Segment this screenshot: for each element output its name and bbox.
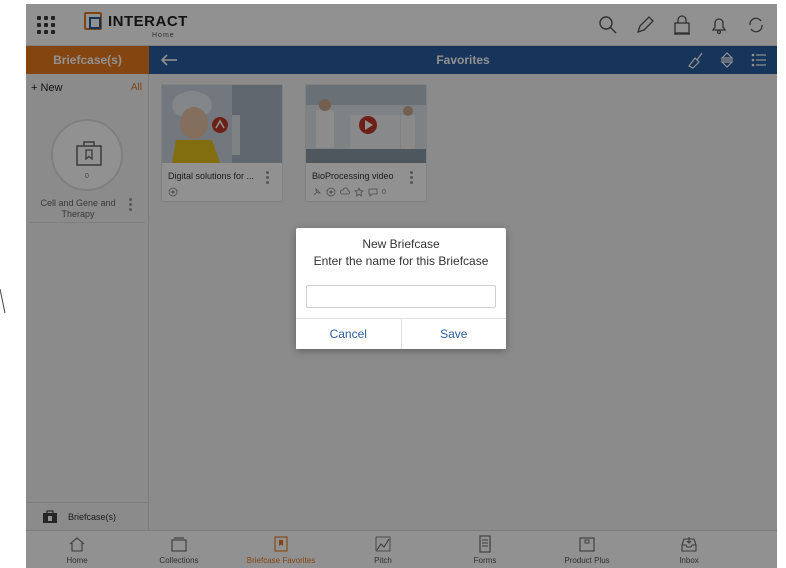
dialog-title: New Briefcase [362, 237, 440, 251]
page-edge-mark [0, 288, 6, 314]
new-briefcase-dialog: New Briefcase Enter the name for this Br… [296, 228, 506, 349]
dialog-message: Enter the name for this Briefcase [313, 254, 489, 268]
save-button[interactable]: Save [400, 319, 506, 349]
briefcase-name-input[interactable] [306, 285, 496, 308]
cancel-button[interactable]: Cancel [296, 319, 401, 349]
